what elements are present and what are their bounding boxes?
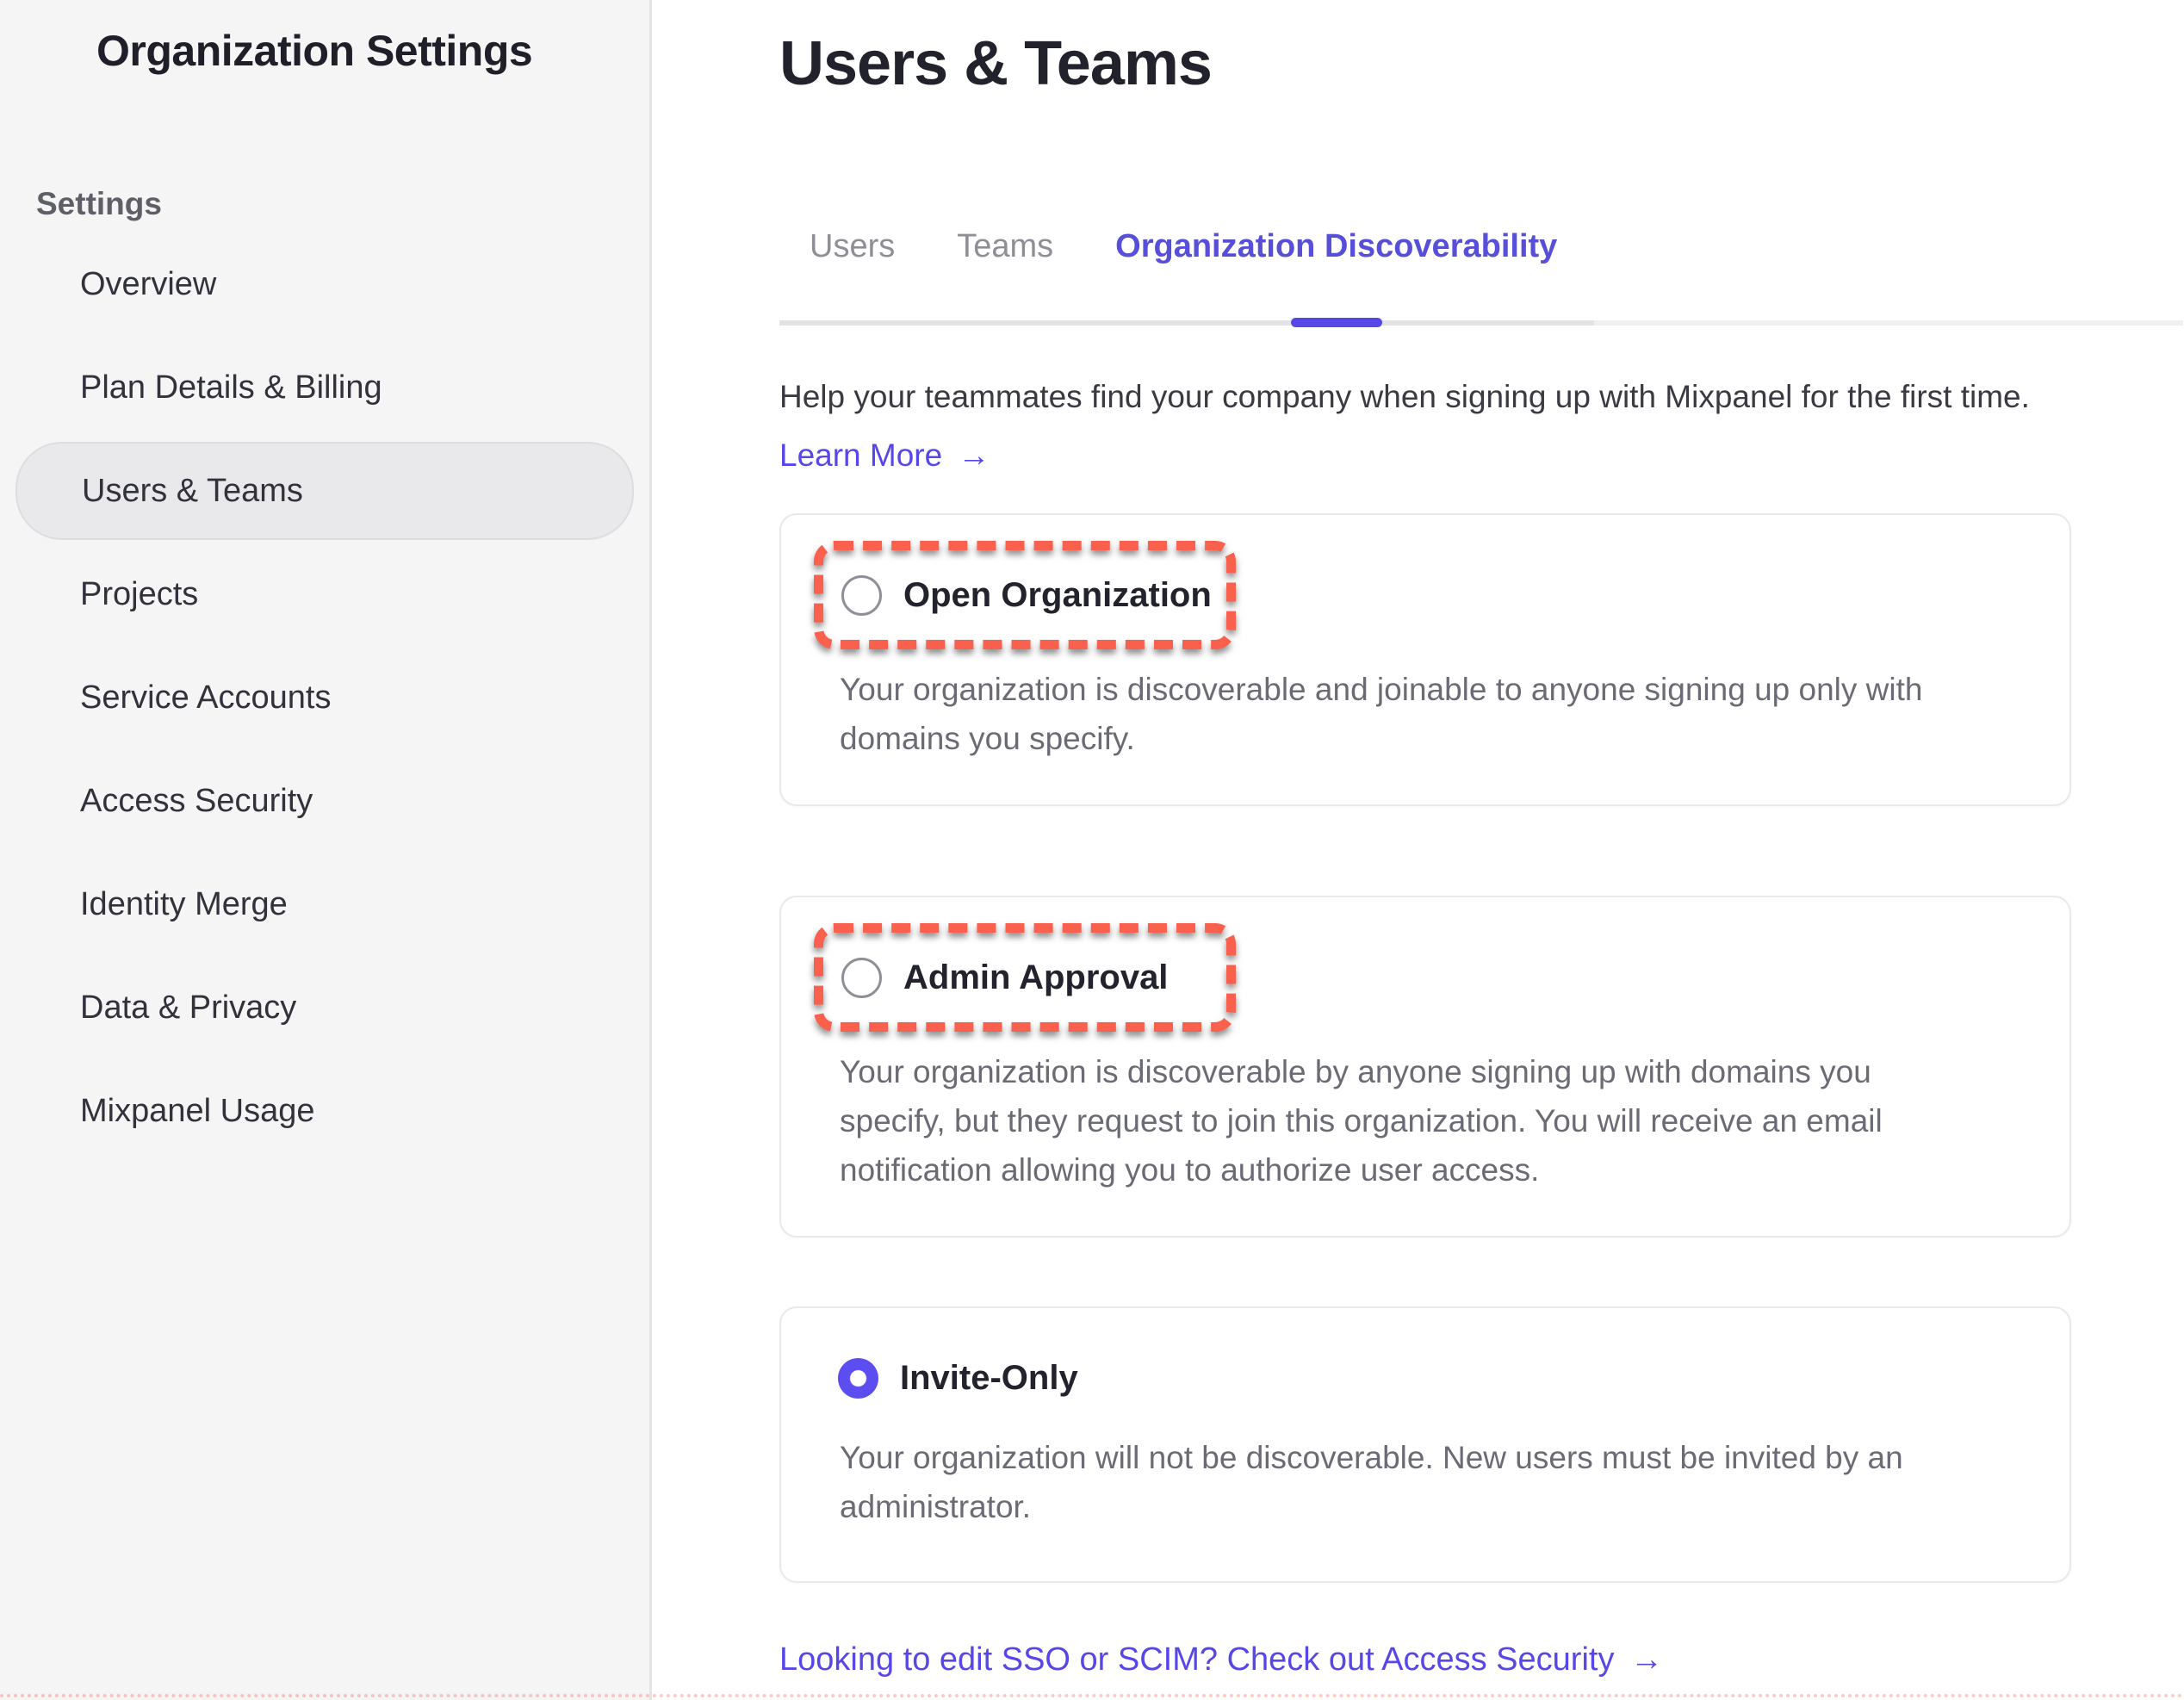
active-tab-indicator: [1291, 318, 1382, 327]
invite-only-choice: Invite-Only: [814, 1358, 2059, 1399]
sidebar-item-projects[interactable]: Projects: [0, 543, 649, 646]
radio-open-organization[interactable]: [841, 575, 882, 616]
open-organization-choice: Open Organization: [814, 541, 1236, 649]
radio-invite-only[interactable]: [838, 1358, 878, 1399]
sidebar-item-identity-merge[interactable]: Identity Merge: [0, 853, 649, 956]
sidebar-nav: Overview Plan Details & Billing Users & …: [0, 233, 649, 1163]
sidebar-item-users-teams[interactable]: Users & Teams: [16, 442, 634, 540]
learn-more-link[interactable]: Learn More →: [779, 437, 990, 474]
admin-approval-choice: Admin Approval: [814, 923, 1236, 1032]
invite-only-label: Invite-Only: [900, 1359, 1078, 1398]
sidebar-item-access-security[interactable]: Access Security: [0, 749, 649, 853]
option-card-open-organization: Open Organization Your organization is d…: [779, 513, 2071, 806]
page-title: Users & Teams: [779, 28, 2184, 99]
option-card-invite-only: Invite-Only Your organization will not b…: [779, 1306, 2071, 1583]
sidebar-section-header: Settings: [36, 186, 649, 222]
invite-only-description: Your organization will not be discoverab…: [840, 1433, 2059, 1531]
radio-admin-approval[interactable]: [841, 958, 882, 998]
intro-text: Help your teammates find your company wh…: [779, 375, 2184, 419]
organization-settings-page: Organization Settings Settings Overview …: [0, 0, 2184, 1700]
main-content: Users & Teams Users Teams Organization D…: [652, 0, 2184, 1700]
tab-row: Users Teams Organization Discoverability: [779, 228, 2183, 326]
learn-more-label: Learn More: [779, 437, 942, 473]
admin-approval-description: Your organization is discoverable by any…: [840, 1047, 2059, 1194]
sidebar: Organization Settings Settings Overview …: [0, 0, 652, 1700]
arrow-right-icon: →: [1630, 1641, 1663, 1678]
tab-users[interactable]: Users: [810, 228, 895, 320]
arrow-right-icon: →: [959, 437, 990, 474]
tab-organization-discoverability[interactable]: Organization Discoverability: [1115, 228, 1557, 320]
tab-organization-discoverability-label: Organization Discoverability: [1115, 228, 1557, 264]
sidebar-item-plan-details-billing[interactable]: Plan Details & Billing: [0, 336, 649, 439]
sidebar-item-overview[interactable]: Overview: [0, 233, 649, 336]
sidebar-item-data-privacy[interactable]: Data & Privacy: [0, 956, 649, 1059]
tab-bar: Users Teams Organization Discoverability: [779, 228, 1594, 326]
open-organization-description: Your organization is discoverable and jo…: [840, 665, 2059, 763]
tab-teams[interactable]: Teams: [957, 228, 1053, 320]
open-organization-label: Open Organization: [903, 576, 1212, 615]
sidebar-title: Organization Settings: [96, 26, 624, 76]
sidebar-item-mixpanel-usage[interactable]: Mixpanel Usage: [0, 1059, 649, 1163]
access-security-link[interactable]: Looking to edit SSO or SCIM? Check out A…: [779, 1641, 1663, 1678]
access-security-link-label: Looking to edit SSO or SCIM? Check out A…: [779, 1641, 1614, 1678]
admin-approval-label: Admin Approval: [903, 959, 1168, 997]
option-card-admin-approval: Admin Approval Your organization is disc…: [779, 896, 2071, 1238]
sidebar-item-service-accounts[interactable]: Service Accounts: [0, 646, 649, 749]
